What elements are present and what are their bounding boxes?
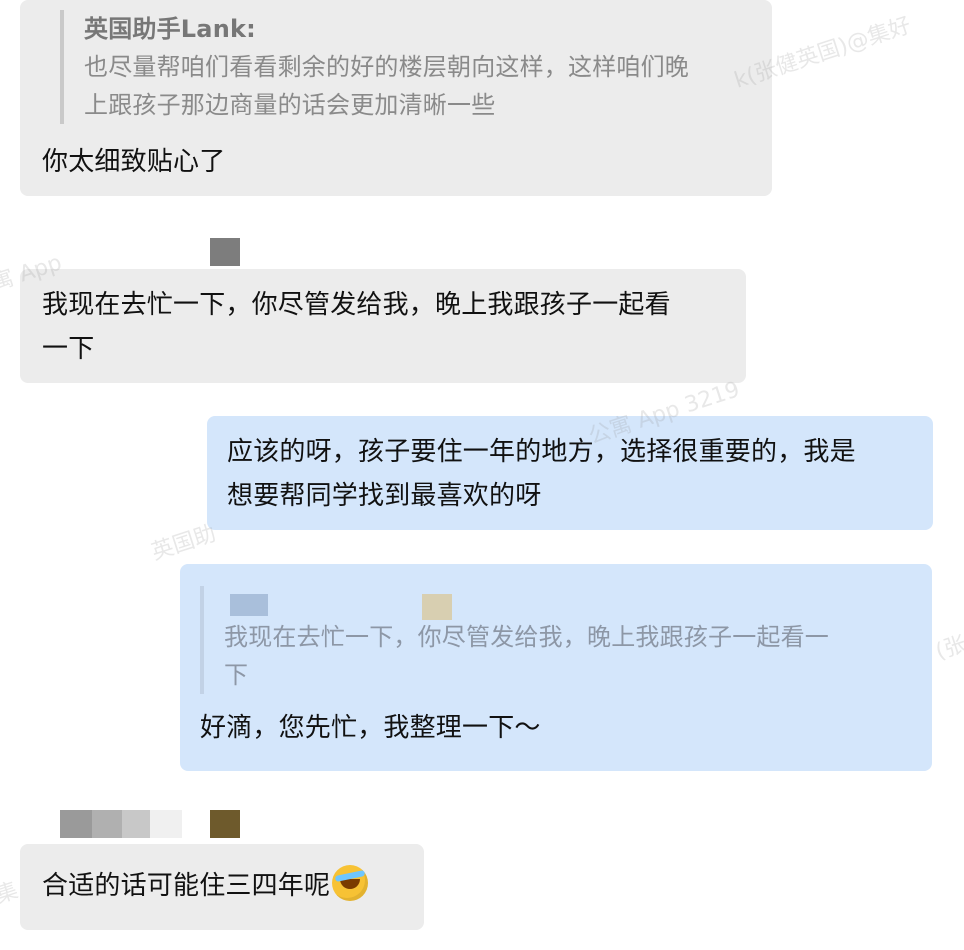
message-text: 我现在去忙一下，你尽管发给我，晚上我跟孩子一起看 — [42, 290, 671, 320]
blurred-avatar — [210, 238, 240, 266]
message-bubble-incoming[interactable]: 我现在去忙一下，你尽管发给我，晚上我跟孩子一起看 一下 — [20, 269, 746, 383]
quote-author-blurred — [224, 586, 912, 620]
watermark: 集 — [0, 878, 22, 909]
quoted-message[interactable]: 我现在去忙一下，你尽管发给我，晚上我跟孩子一起看一 下 — [200, 586, 912, 694]
message-text: 应该的呀，孩子要住一年的地方，选择很重要的，我是 — [227, 437, 856, 467]
blurred-name — [92, 810, 122, 838]
quote-text: 上跟孩子那边商量的话会更加清晰一些 — [84, 91, 496, 119]
message-bubble-incoming[interactable]: 合适的话可能住三四年呢 — [20, 844, 424, 930]
blurred-name — [230, 594, 268, 616]
message-text: 一下 — [42, 334, 95, 364]
blurred-avatar — [210, 810, 240, 838]
message-text: 合适的话可能住三四年呢 — [42, 871, 331, 901]
chat-thread: k(张健英国)@集好 寓 App 公寓 App 3219 英国助 (张 集 英国… — [0, 0, 964, 950]
message-text: 好滴，您先忙，我整理一下～ — [200, 713, 541, 743]
quote-text: 也尽量帮咱们看看剩余的好的楼层朝向这样，这样咱们晚 — [84, 53, 689, 81]
blurred-name — [122, 810, 150, 838]
quote-author: 英国助手Lank: — [84, 15, 256, 43]
watermark: (张 — [932, 631, 964, 665]
blurred-name — [182, 810, 210, 838]
message-text: 你太细致贴心了 — [42, 147, 226, 177]
message-bubble-outgoing[interactable]: 我现在去忙一下，你尽管发给我，晚上我跟孩子一起看一 下 好滴，您先忙，我整理一下… — [180, 564, 932, 771]
message-bubble-incoming[interactable]: 英国助手Lank: 也尽量帮咱们看看剩余的好的楼层朝向这样，这样咱们晚 上跟孩子… — [20, 0, 772, 196]
blurred-name — [60, 810, 92, 838]
quoted-message[interactable]: 英国助手Lank: 也尽量帮咱们看看剩余的好的楼层朝向这样，这样咱们晚 上跟孩子… — [60, 10, 748, 124]
sender-name-blurred — [60, 810, 240, 838]
sender-name-blurred — [210, 238, 240, 266]
blurred-name — [150, 810, 182, 838]
blurred-avatar — [422, 594, 452, 620]
message-bubble-outgoing[interactable]: 应该的呀，孩子要住一年的地方，选择很重要的，我是 想要帮同学找到最喜欢的呀 — [207, 416, 933, 530]
message-text: 想要帮同学找到最喜欢的呀 — [227, 481, 542, 511]
quote-text: 我现在去忙一下，你尽管发给我，晚上我跟孩子一起看一 — [224, 623, 829, 651]
crying-laughing-emoji-icon — [332, 865, 369, 901]
quote-text: 下 — [224, 661, 249, 689]
